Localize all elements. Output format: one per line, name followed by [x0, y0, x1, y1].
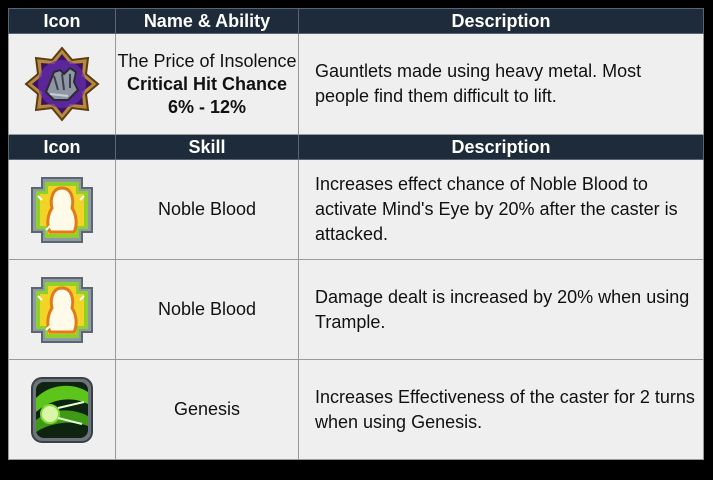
skill-row: Genesis Increases Effectiveness of the c…: [8, 359, 704, 460]
equipment-icon-cell: [8, 33, 116, 135]
equipment-name-cell: The Price of Insolence Critical Hit Chan…: [115, 33, 299, 135]
equipment-description: Gauntlets made using heavy metal. Most p…: [298, 33, 704, 135]
header-name-ability: Name & Ability: [115, 8, 299, 34]
header-skill-icon: Icon: [8, 134, 116, 160]
header-skill-description: Description: [298, 134, 704, 160]
equipment-header-row: Icon Name & Ability Description: [8, 8, 704, 34]
skill-name: Noble Blood: [115, 159, 299, 260]
equipment-name: The Price of Insolence: [117, 50, 297, 71]
skill-description: Damage dealt is increased by 20% when us…: [298, 259, 704, 360]
skill-name: Noble Blood: [115, 259, 299, 360]
skill-description: Increases Effectiveness of the caster fo…: [298, 359, 704, 460]
noble-blood-icon: [31, 176, 93, 243]
skill-name: Genesis: [115, 359, 299, 460]
skill-row: Noble Blood Damage dealt is increased by…: [8, 259, 704, 360]
header-skill: Skill: [115, 134, 299, 160]
skill-row: Noble Blood Increases effect chance of N…: [8, 159, 704, 260]
gauntlet-icon: [24, 46, 100, 122]
skill-header-row: Icon Skill Description: [8, 134, 704, 160]
ability-value: 6% - 12%: [167, 96, 247, 117]
header-description: Description: [298, 8, 704, 34]
item-table: Icon Name & Ability Description The Pric…: [8, 8, 704, 460]
skill-icon-cell: [8, 359, 116, 460]
skill-description: Increases effect chance of Noble Blood t…: [298, 159, 704, 260]
noble-blood-icon: [31, 276, 93, 343]
ability-label: Critical Hit Chance: [126, 73, 288, 94]
item-table-frame: Icon Name & Ability Description The Pric…: [8, 8, 704, 466]
equipment-row: The Price of Insolence Critical Hit Chan…: [8, 33, 704, 135]
skill-icon-cell: [8, 259, 116, 360]
skill-icon-cell: [8, 159, 116, 260]
genesis-icon: [31, 376, 93, 443]
header-icon: Icon: [8, 8, 116, 34]
